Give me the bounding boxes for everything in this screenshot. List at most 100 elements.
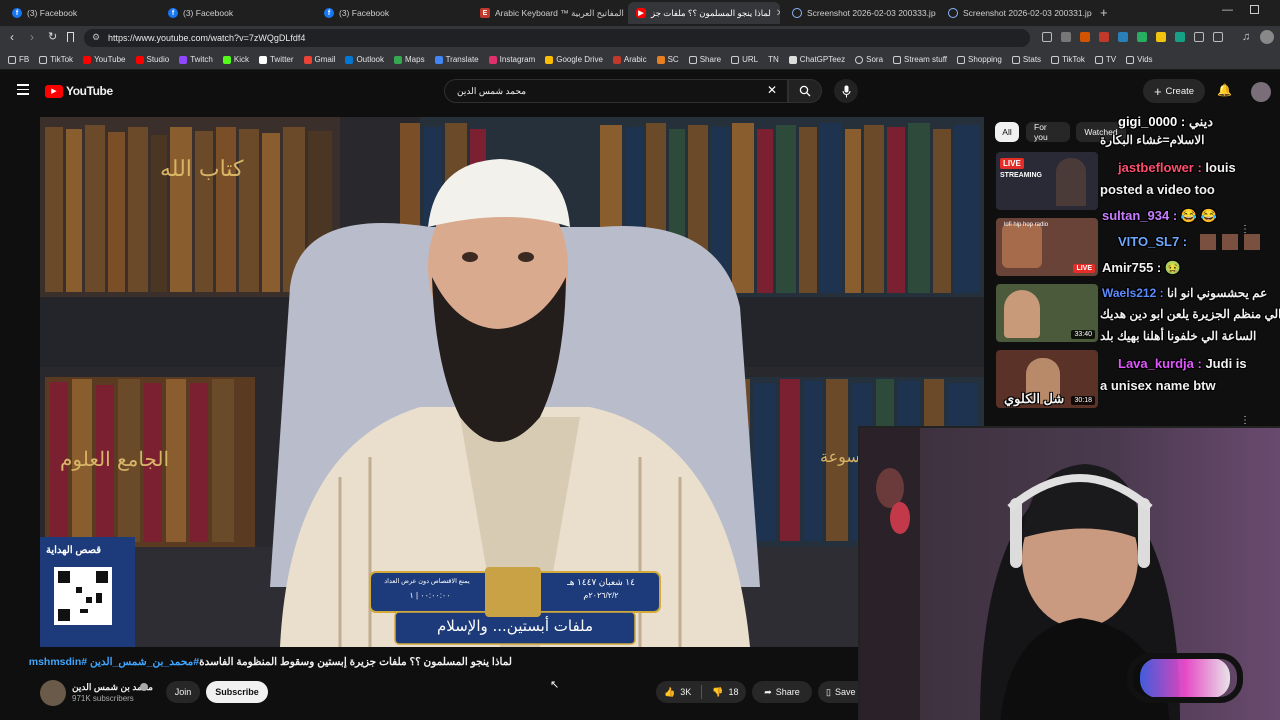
bookmark-item[interactable]: Stream stuff — [893, 55, 947, 64]
cast-icon[interactable] — [1042, 32, 1052, 42]
recommended-video-thumbnail[interactable]: LIVE STREAMING — [996, 152, 1098, 210]
bookmark-item[interactable]: Shopping — [957, 55, 1002, 64]
streamer-webcam — [858, 426, 1280, 720]
bookmark-item[interactable]: Translate — [434, 55, 479, 64]
search-input[interactable]: محمد شمس الدين — [444, 79, 788, 103]
profile-avatar[interactable] — [1260, 30, 1274, 44]
bookmark-item[interactable]: Share — [688, 55, 721, 64]
chat-message: VITO_SL7 : — [1118, 234, 1187, 249]
share-button[interactable]: ➦ Share — [752, 681, 812, 703]
bookmark-item[interactable]: Outlook — [345, 55, 384, 64]
tab-title: Screenshot 2026-02-03 200333.jpg — [807, 8, 936, 18]
channel-avatar[interactable] — [40, 680, 66, 706]
voice-search-button[interactable] — [834, 79, 858, 103]
more-options-icon[interactable]: ⋮ — [1240, 415, 1250, 426]
chat-message: gigi_0000 : ديني — [1118, 114, 1213, 130]
menu-icon[interactable] — [17, 84, 29, 95]
video-player[interactable]: قصص الهداية يمنع الاقتصاص دون عرض العداد… — [40, 117, 984, 647]
bookmark-item[interactable]: TikTok — [39, 55, 73, 64]
new-tab-icon[interactable]: + — [1100, 5, 1108, 20]
dislike-count: 18 — [728, 687, 739, 697]
back-icon[interactable]: ‹ — [10, 30, 14, 44]
twitch-icon — [179, 55, 188, 64]
bookmark-item[interactable]: FB — [8, 55, 29, 64]
bookmark-icon[interactable] — [67, 32, 74, 42]
bookmark-item[interactable]: Arabic — [612, 55, 647, 64]
browser-tab-active[interactable]: ▶ لماذا ينجو المسلمون ؟؟ ملفات جز ✕ — [628, 2, 780, 24]
maximize-icon[interactable] — [1250, 5, 1259, 14]
video-hashtags[interactable]: #محمد_بن_شمس_الدين #mshmsdin — [29, 656, 199, 668]
bookmark-item[interactable]: YouTube — [83, 55, 126, 64]
bookmark-item[interactable]: TN — [768, 55, 779, 64]
media-icon[interactable]: ♫ — [1242, 31, 1250, 43]
extension-icon[interactable] — [1156, 32, 1166, 42]
browser-tab[interactable]: Screenshot 2026-02-03 200331.jpg — [940, 2, 1092, 24]
recommended-video-thumbnail[interactable]: lofi hip hop radio LIVE — [996, 218, 1098, 276]
google-drive-icon — [545, 55, 554, 64]
puzzle-icon[interactable] — [1194, 32, 1204, 42]
bookmark-item[interactable]: TikTok — [1051, 55, 1085, 64]
extension-icon[interactable] — [1175, 32, 1185, 42]
translate-icon — [434, 55, 443, 64]
notifications-bell-icon[interactable]: 🔔 — [1217, 83, 1232, 97]
create-button[interactable]: + Create — [1143, 79, 1205, 103]
chat-username: Lava_kurdja : — [1118, 356, 1202, 371]
browser-tab[interactable]: E Arabic Keyboard ™ لوحة المفاتيح العربي… — [472, 2, 624, 24]
chat-text: عم يحشسوني انو انا — [1166, 286, 1268, 300]
bookmark-item[interactable]: Twitch — [179, 55, 213, 64]
bookmark-item[interactable]: Vids — [1126, 55, 1153, 64]
bookmark-item[interactable]: Google Drive — [545, 55, 603, 64]
bookmark-item[interactable]: TV — [1094, 55, 1116, 64]
brave-icon[interactable] — [1080, 32, 1090, 42]
bookmark-label: Gmail — [314, 55, 336, 64]
youtube-icon — [83, 55, 92, 64]
save-button[interactable]: ▯ Save — [818, 681, 858, 703]
bookmark-item[interactable]: Gmail — [303, 55, 336, 64]
reload-icon[interactable]: ↻ — [48, 30, 57, 43]
gmail-icon — [303, 55, 312, 64]
extension-icon[interactable] — [1137, 32, 1147, 42]
dislike-button[interactable]: 👎 18 — [712, 687, 738, 698]
mouse-cursor-icon: ↖ — [550, 679, 560, 691]
extension-icon[interactable] — [1118, 32, 1128, 42]
forward-icon[interactable]: › — [30, 30, 34, 44]
bookmark-item[interactable]: Twitter — [258, 55, 294, 64]
youtube-logo[interactable]: ▶ YouTube — [45, 84, 113, 98]
chat-text: الاسلام=غشاء البكارة — [1100, 133, 1205, 147]
chip-all[interactable]: All — [995, 122, 1019, 142]
bookmark-item[interactable]: URL — [731, 55, 758, 64]
share-icon[interactable] — [1061, 32, 1071, 42]
bookmark-item[interactable]: Kick — [222, 55, 249, 64]
bookmark-item[interactable]: SC — [656, 55, 679, 64]
browser-tab[interactable]: Screenshot 2026-02-03 200333.jpg — [784, 2, 936, 24]
close-icon[interactable]: ✕ — [776, 8, 780, 19]
clear-search-icon[interactable]: ✕ — [767, 83, 777, 97]
bookmark-item[interactable]: Maps — [394, 55, 425, 64]
bookmark-item[interactable]: Studio — [135, 55, 169, 64]
browser-tab[interactable]: f (3) Facebook — [160, 2, 312, 24]
chat-message: sultan_934 : 😂 😂 — [1102, 208, 1217, 224]
chip-for-you[interactable]: For you — [1026, 122, 1070, 142]
site-info-icon[interactable]: ⚙ — [92, 32, 100, 43]
url-bar[interactable]: ⚙ https://www.youtube.com/watch?v=7zWQgD… — [84, 29, 1030, 47]
bookmark-item[interactable]: Sora — [855, 55, 883, 64]
browser-tab[interactable]: f (3) Facebook — [316, 2, 468, 24]
bookmark-label: Arabic — [623, 55, 647, 64]
overlay-date-gregorian: ٢٠٢٦/٢/٢م — [583, 591, 619, 600]
bookmark-item[interactable]: Instagram — [488, 55, 535, 64]
folder-icon — [1051, 55, 1060, 64]
subscribe-button[interactable]: Subscribe — [206, 681, 268, 703]
bookmark-item[interactable]: ChatGPTeez — [788, 55, 845, 64]
browser-tab[interactable]: f (3) Facebook — [4, 2, 156, 24]
sidebar-icon[interactable] — [1213, 32, 1223, 42]
chatgpt-icon — [788, 55, 797, 64]
instagram-icon — [488, 55, 497, 64]
minimize-icon[interactable]: — — [1222, 4, 1233, 16]
account-avatar[interactable] — [1251, 82, 1271, 102]
recommended-video-thumbnail[interactable]: 33:40 — [996, 284, 1098, 342]
search-button[interactable] — [788, 79, 822, 103]
like-button[interactable]: 👍 3K — [664, 687, 691, 698]
join-button[interactable]: Join — [166, 681, 200, 703]
bookmark-item[interactable]: Stats — [1011, 55, 1041, 64]
extension-icon[interactable] — [1099, 32, 1109, 42]
